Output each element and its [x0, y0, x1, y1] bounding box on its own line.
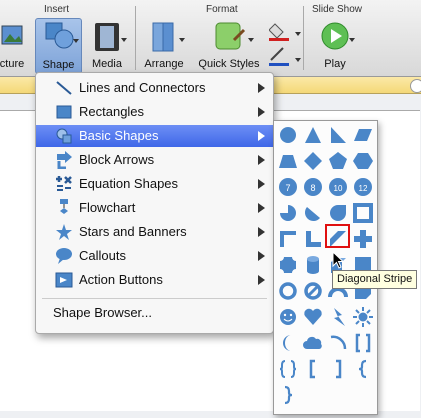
plaque-shape[interactable] [276, 253, 300, 277]
shape-browser-item[interactable]: Shape Browser... [53, 305, 152, 320]
menu-item-lines-connectors[interactable]: Lines and Connectors [36, 77, 273, 99]
rectangle-icon [56, 105, 72, 119]
menu-item-stars-banners[interactable]: Stars and Banners [36, 221, 273, 243]
lightning-bolt-shape[interactable] [326, 305, 350, 329]
octagon-shape[interactable]: 8 [301, 175, 325, 199]
line-icon [56, 81, 72, 95]
play-icon [321, 22, 349, 50]
insert-group-title: Insert [44, 4, 70, 15]
sun-shape[interactable] [351, 305, 375, 329]
menu-item-block-arrows[interactable]: Block Arrows [36, 149, 273, 171]
heart-shape[interactable] [301, 305, 325, 329]
mouse-pointer-icon [332, 251, 344, 269]
basic-shapes-icon [56, 128, 72, 144]
callouts-icon [56, 248, 72, 264]
menu-item-label: Block Arrows [79, 152, 155, 167]
block-arrows-icon [57, 151, 72, 169]
parallelogram-shape[interactable] [351, 123, 375, 147]
picture-icon [1, 25, 23, 45]
media-label: Media [92, 58, 122, 70]
l-shape[interactable] [301, 227, 325, 251]
donut-shape[interactable] [276, 279, 300, 303]
svg-text:12: 12 [359, 184, 368, 193]
quick-styles-label: Quick Styles [198, 58, 260, 70]
menu-item-equation-shapes[interactable]: Equation Shapes [36, 173, 273, 195]
arrange-label: Arrange [144, 58, 184, 70]
selection-highlight [325, 224, 350, 248]
moon-shape[interactable] [276, 331, 300, 355]
shape-menu: Lines and Connectors Rectangles Basic Sh… [35, 72, 274, 334]
menu-item-flowchart[interactable]: Flowchart [36, 197, 273, 219]
dodecagon-shape[interactable]: 12 [351, 175, 375, 199]
quick-styles-button[interactable]: Quick Styles [197, 20, 261, 70]
media-button[interactable]: Media [87, 20, 127, 70]
double-brace-shape[interactable] [276, 357, 300, 381]
ribbon: Insert Format Slide Show cture Shape Med… [0, 0, 421, 77]
stars-banners-icon [56, 224, 72, 240]
menu-item-label: Callouts [79, 248, 126, 263]
svg-text:8: 8 [310, 183, 315, 193]
menu-item-label: Equation Shapes [79, 176, 179, 191]
can-shape[interactable] [301, 253, 325, 277]
picture-button[interactable]: cture [0, 20, 30, 70]
shape-button[interactable]: Shape [35, 18, 82, 74]
menu-item-label: Rectangles [79, 104, 145, 119]
menu-item-label: Flowchart [79, 200, 136, 215]
menu-item-action-buttons[interactable]: Action Buttons [36, 269, 273, 291]
play-label: Play [324, 58, 346, 70]
quick-styles-icon [215, 22, 246, 50]
pie-shape[interactable] [276, 201, 300, 225]
picture-label: cture [0, 58, 25, 70]
diamond-shape[interactable] [301, 149, 325, 173]
action-buttons-icon [55, 272, 73, 288]
chord-shape[interactable] [301, 201, 325, 225]
half-frame-shape[interactable] [276, 227, 300, 251]
shape-tooltip: Diagonal Stripe [332, 270, 418, 289]
menu-item-label: Basic Shapes [79, 128, 159, 143]
basic-shapes-gallery: 7 8 10 12 [273, 120, 378, 415]
double-bracket-shape[interactable] [351, 331, 375, 355]
decagon-shape[interactable]: 10 [326, 175, 350, 199]
trapezoid-shape[interactable] [276, 149, 300, 173]
oval-shape[interactable] [276, 123, 300, 147]
play-button[interactable]: Play [315, 20, 355, 70]
arrange-icon [152, 22, 174, 52]
menu-item-callouts[interactable]: Callouts [36, 245, 273, 267]
menu-item-label: Stars and Banners [79, 224, 187, 239]
cross-shape[interactable] [351, 227, 375, 251]
right-brace-shape[interactable] [276, 383, 300, 407]
cloud-shape[interactable] [301, 331, 325, 355]
format-group-title: Format [206, 4, 238, 15]
shape-icon [45, 22, 73, 49]
teardrop-shape[interactable] [326, 201, 350, 225]
arc-shape[interactable] [326, 331, 350, 355]
svg-text:10: 10 [334, 184, 343, 193]
menu-item-rectangles[interactable]: Rectangles [36, 101, 273, 123]
pentagon-shape[interactable] [326, 149, 350, 173]
arrange-button[interactable]: Arrange [140, 20, 188, 70]
media-icon [95, 23, 119, 51]
frame-shape[interactable] [351, 201, 375, 225]
menu-item-label: Action Buttons [79, 272, 163, 287]
hexagon-shape[interactable] [351, 149, 375, 173]
shape-label: Shape [42, 59, 75, 71]
equation-shapes-icon [56, 176, 72, 191]
menu-item-label: Lines and Connectors [79, 80, 206, 95]
flowchart-icon [60, 199, 68, 214]
no-symbol-shape[interactable] [301, 279, 325, 303]
slideshow-group-title: Slide Show [312, 4, 363, 15]
heptagon-shape[interactable]: 7 [276, 175, 300, 199]
svg-text:7: 7 [285, 183, 290, 193]
smiley-face-shape[interactable] [276, 305, 300, 329]
menu-item-basic-shapes[interactable]: Basic Shapes [36, 125, 273, 147]
left-bracket-shape[interactable] [301, 357, 325, 381]
right-triangle-shape[interactable] [326, 123, 350, 147]
left-brace-shape[interactable] [351, 357, 375, 381]
right-bracket-shape[interactable] [326, 357, 350, 381]
triangle-shape[interactable] [301, 123, 325, 147]
